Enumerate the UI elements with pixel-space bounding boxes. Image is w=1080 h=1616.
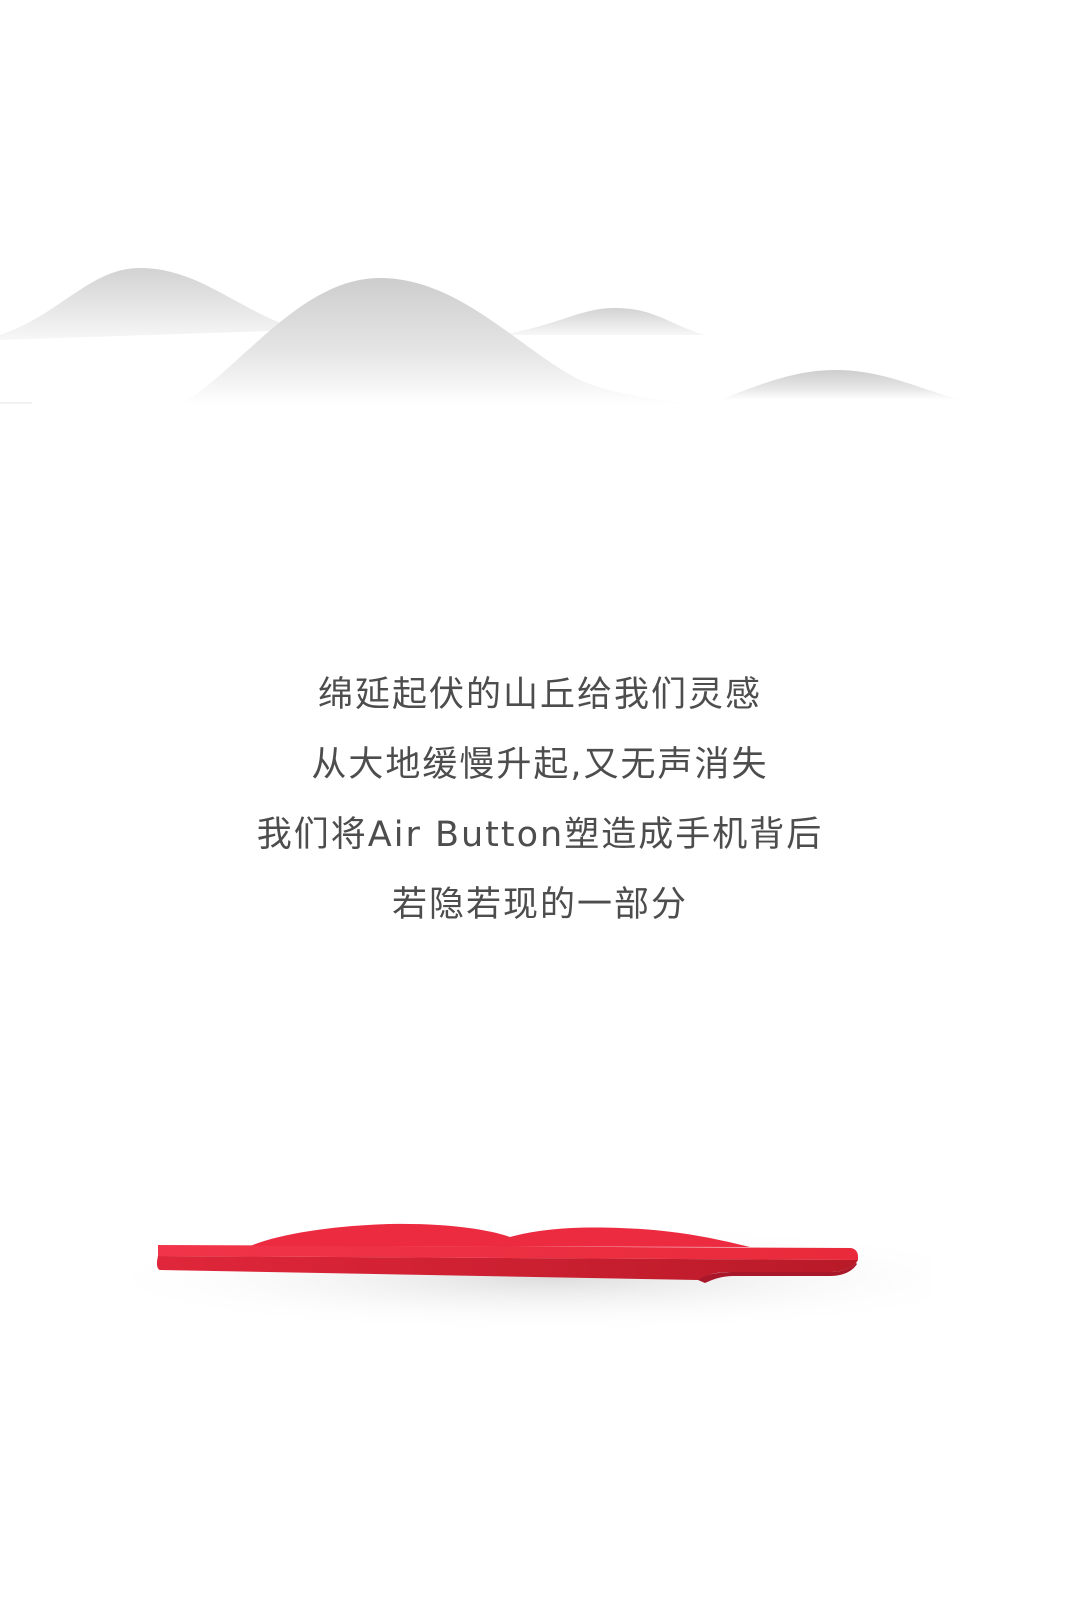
hill-left (0, 268, 300, 340)
mountain-illustration (0, 268, 960, 405)
hill-far-right (720, 370, 960, 400)
hill-center (180, 278, 720, 405)
slogan-line-3: 我们将Air Button塑造成手机背后 (256, 815, 824, 855)
slogan-text: 绵延起伏的山丘给我们灵感 从大地缓慢升起,又无声消失 我们将Air Button… (0, 660, 1080, 940)
slogan-line-1: 绵延起伏的山丘给我们灵感 (317, 675, 762, 715)
slogan-line-2: 从大地缓慢升起,又无声消失 (311, 745, 769, 785)
slogan-line-4: 若隐若现的一部分 (391, 885, 688, 925)
hill-mid-right (500, 308, 705, 335)
air-button-product-image (130, 1223, 930, 1333)
